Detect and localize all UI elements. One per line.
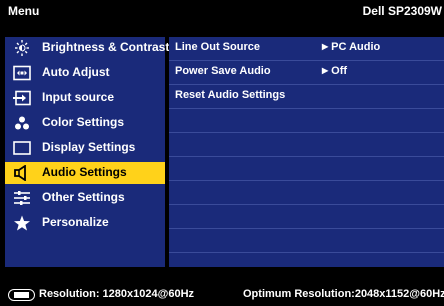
input-source-icon: [13, 90, 31, 106]
current-resolution: Resolution: 1280x1024@60Hz: [39, 288, 195, 300]
arrow-right-icon: ▶: [322, 66, 329, 75]
auto-adjust-icon: [13, 65, 31, 81]
sidebar-item-audio-settings[interactable]: Audio Settings: [5, 162, 165, 184]
osd-menu: Menu Dell SP2309W Brightness & Contrast: [0, 0, 444, 305]
setting-row-line-out-source[interactable]: Line Out Source ▶ PC Audio: [169, 37, 444, 61]
sidebar-item-label: Color Settings: [42, 115, 125, 129]
empty-row: [169, 157, 444, 181]
brightness-icon: [13, 40, 31, 56]
resolution-icon: [8, 288, 35, 301]
arrow-right-icon: ▶: [322, 42, 329, 51]
osd-sidebar: Brightness & Contrast Auto Adjust Input …: [5, 37, 169, 267]
sidebar-item-brightness-contrast[interactable]: Brightness & Contrast: [5, 37, 169, 59]
menu-title: Menu: [8, 4, 40, 18]
sidebar-item-label: Other Settings: [42, 190, 125, 204]
sidebar-item-label: Personalize: [42, 215, 109, 229]
sidebar-item-label: Auto Adjust: [42, 65, 110, 79]
setting-value: ▶ Off: [322, 65, 347, 77]
sidebar-item-personalize[interactable]: Personalize: [5, 212, 165, 234]
sidebar-item-input-source[interactable]: Input source: [5, 87, 165, 109]
sidebar-item-label: Input source: [42, 90, 115, 104]
empty-row: [169, 133, 444, 157]
empty-row: [169, 205, 444, 229]
sidebar-item-auto-adjust[interactable]: Auto Adjust: [5, 62, 165, 84]
osd-header: Menu Dell SP2309W: [0, 0, 444, 22]
sidebar-item-label: Audio Settings: [42, 165, 127, 179]
color-settings-icon: [13, 115, 31, 131]
setting-value-text: PC Audio: [331, 41, 381, 53]
setting-value: ▶ PC Audio: [322, 41, 380, 53]
empty-row: [169, 181, 444, 205]
sidebar-item-other-settings[interactable]: Other Settings: [5, 187, 165, 209]
empty-row: [169, 109, 444, 133]
osd-footer: Resolution: 1280x1024@60Hz Optimum Resol…: [0, 283, 444, 305]
monitor-model: Dell SP2309W: [362, 4, 442, 18]
sidebar-item-color-settings[interactable]: Color Settings: [5, 112, 165, 134]
setting-name: Reset Audio Settings: [175, 89, 286, 101]
other-settings-icon: [13, 190, 31, 206]
optimum-resolution: Optimum Resolution:2048x1152@60Hz: [243, 288, 444, 300]
sidebar-item-label: Brightness & Contrast: [42, 40, 170, 54]
sidebar-item-label: Display Settings: [42, 140, 136, 154]
star-icon: [13, 215, 31, 231]
setting-name: Power Save Audio: [175, 65, 271, 77]
setting-row-power-save-audio[interactable]: Power Save Audio ▶ Off: [169, 61, 444, 85]
setting-row-reset-audio-settings[interactable]: Reset Audio Settings: [169, 85, 444, 109]
setting-value-text: Off: [331, 65, 348, 77]
empty-row: [169, 229, 444, 253]
sidebar-item-display-settings[interactable]: Display Settings: [5, 137, 165, 159]
setting-name: Line Out Source: [175, 41, 260, 53]
audio-settings-panel: Line Out Source ▶ PC Audio Power Save Aud…: [169, 37, 444, 267]
display-settings-icon: [13, 140, 31, 156]
speaker-icon: [13, 164, 31, 182]
